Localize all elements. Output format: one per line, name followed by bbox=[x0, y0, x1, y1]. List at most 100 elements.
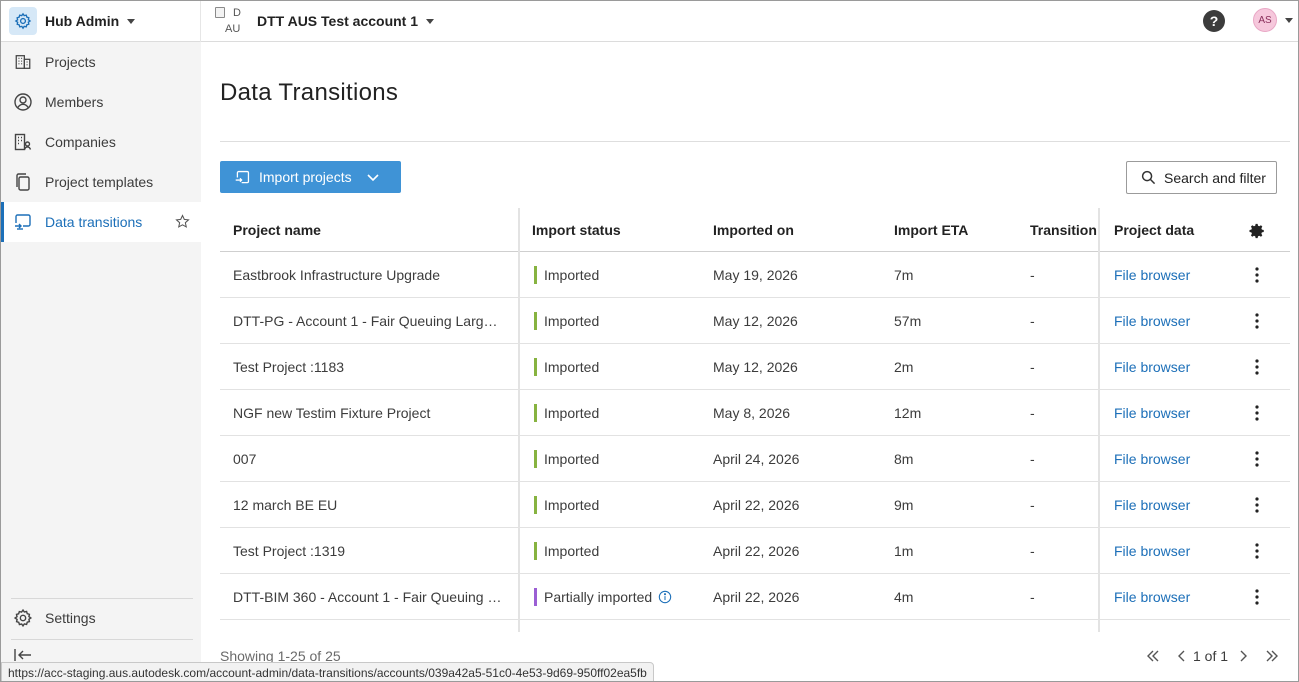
table-row[interactable]: 007 Imported April 24, 2026 8m - File br… bbox=[220, 436, 1290, 482]
imported-on: May 12, 2026 bbox=[713, 312, 798, 329]
user-menu[interactable]: AS bbox=[1253, 8, 1293, 32]
more-actions-icon[interactable] bbox=[1247, 482, 1267, 527]
column-settings-icon[interactable] bbox=[1248, 222, 1266, 243]
hub-switcher[interactable]: Hub Admin bbox=[9, 6, 136, 36]
file-browser-link[interactable]: File browser bbox=[1114, 482, 1234, 527]
transition-status: - bbox=[1030, 404, 1035, 421]
project-name: Test Project :1319 bbox=[233, 542, 346, 559]
imported-on: May 12, 2026 bbox=[713, 358, 798, 375]
star-icon[interactable] bbox=[175, 214, 190, 232]
previous-page-icon[interactable] bbox=[1177, 649, 1187, 663]
more-actions-icon[interactable] bbox=[1247, 436, 1267, 481]
imported-on: May 19, 2026 bbox=[713, 266, 798, 283]
sidebar-item-companies[interactable]: Companies bbox=[1, 122, 201, 162]
transition-status: - bbox=[1030, 312, 1035, 329]
table-row[interactable]: Eastbrook Infrastructure Upgrade Importe… bbox=[220, 252, 1290, 298]
table-row[interactable]: Test Project :1183 Imported May 12, 2026… bbox=[220, 344, 1290, 390]
file-browser-link[interactable]: File browser bbox=[1114, 436, 1234, 481]
import-status-cell: Imported bbox=[534, 252, 704, 297]
last-page-icon[interactable] bbox=[1264, 649, 1280, 663]
project-name-cell: 007 bbox=[233, 436, 503, 481]
column-header-import-eta[interactable]: Import ETA bbox=[894, 208, 1014, 252]
file-browser-link[interactable]: File browser bbox=[1114, 574, 1234, 619]
table-row[interactable]: DTT-BIM 360 - Account 1 - Fair Queuing M… bbox=[220, 574, 1290, 620]
frozen-column-divider bbox=[518, 208, 520, 632]
column-header-project-name[interactable]: Project name bbox=[233, 208, 513, 252]
person-icon bbox=[13, 92, 33, 112]
transition-status: - bbox=[1030, 266, 1035, 283]
account-switcher[interactable]: D AU DTT AUS Test account 1 bbox=[213, 5, 435, 37]
project-name: 007 bbox=[233, 450, 257, 467]
import-status: Imported bbox=[544, 496, 600, 513]
imported-on: April 22, 2026 bbox=[713, 496, 800, 513]
import-status-cell: Imported bbox=[534, 344, 704, 389]
data-transitions-table: Project name Import status Imported on I… bbox=[220, 208, 1290, 632]
account-logo: D AU bbox=[213, 5, 245, 37]
project-name-cell: DTT-PG - Account 1 - Fair Queuing Large … bbox=[233, 298, 503, 343]
project-name-cell: NGF new Testim Fixture Project bbox=[233, 390, 503, 435]
import-eta: 12m bbox=[894, 404, 922, 421]
project-name: DTT-PG - Account 1 - Fair Queuing Large … bbox=[233, 312, 503, 329]
more-actions-icon[interactable] bbox=[1247, 252, 1267, 297]
chevron-down-icon[interactable] bbox=[366, 170, 380, 187]
search-and-filter-button[interactable]: Search and filter bbox=[1126, 161, 1277, 194]
import-icon bbox=[233, 168, 251, 186]
first-page-icon[interactable] bbox=[1145, 649, 1161, 663]
sidebar-item-members[interactable]: Members bbox=[1, 82, 201, 122]
imported-on: April 22, 2026 bbox=[713, 542, 800, 559]
help-button[interactable]: ? bbox=[1203, 10, 1225, 32]
transition-status: - bbox=[1030, 496, 1035, 513]
link-status-bar: https://acc-staging.aus.autodesk.com/acc… bbox=[1, 662, 654, 681]
sidebar-item-projects[interactable]: Projects bbox=[1, 42, 201, 82]
column-header-imported-on[interactable]: Imported on bbox=[713, 208, 883, 252]
file-browser-link[interactable]: File browser bbox=[1114, 252, 1234, 297]
sidebar-item-data-transitions[interactable]: Data transitions bbox=[1, 202, 201, 242]
table-row[interactable]: DTT-PG - Account 1 - Fair Queuing Large … bbox=[220, 298, 1290, 344]
project-name: DTT-BIM 360 - Account 1 - Fair Queuing M… bbox=[233, 588, 503, 605]
table-row[interactable]: Test Project :1319 Imported April 22, 20… bbox=[220, 528, 1290, 574]
import-status-cell: Partially imported bbox=[534, 574, 704, 619]
search-and-filter-label: Search and filter bbox=[1164, 169, 1266, 186]
file-browser-link[interactable]: File browser bbox=[1114, 390, 1234, 435]
sidebar-item-settings[interactable]: Settings bbox=[1, 598, 201, 638]
chevron-down-icon bbox=[426, 18, 435, 24]
info-icon[interactable] bbox=[658, 590, 672, 604]
column-header-import-status[interactable]: Import status bbox=[532, 208, 702, 252]
sidebar-item-label: Project templates bbox=[45, 174, 154, 190]
more-actions-icon[interactable] bbox=[1247, 528, 1267, 573]
transition-status: - bbox=[1030, 450, 1035, 467]
file-browser-link[interactable]: File browser bbox=[1114, 298, 1234, 343]
import-eta: 1m bbox=[894, 542, 914, 559]
page-indicator: 1 of 1 bbox=[1193, 648, 1229, 664]
import-status: Partially imported bbox=[544, 588, 653, 605]
table-row[interactable]: NGF new Testim Fixture Project Imported … bbox=[220, 390, 1290, 436]
sidebar-item-label: Projects bbox=[45, 54, 96, 70]
import-projects-button[interactable]: Import projects bbox=[220, 161, 401, 193]
main-content: Data Transitions Import projects Search … bbox=[201, 42, 1298, 681]
sidebar-item-project-templates[interactable]: Project templates bbox=[1, 162, 201, 202]
account-logo-alt-text: AU bbox=[225, 23, 241, 35]
file-browser-link[interactable]: File browser bbox=[1114, 528, 1234, 573]
more-actions-icon[interactable] bbox=[1247, 298, 1267, 343]
import-status: Imported bbox=[544, 450, 600, 467]
project-name: NGF new Testim Fixture Project bbox=[233, 404, 431, 421]
project-name: Test Project :1183 bbox=[233, 358, 345, 375]
more-actions-icon[interactable] bbox=[1247, 574, 1267, 619]
file-browser-link[interactable]: File browser bbox=[1114, 344, 1234, 389]
column-header-transition-status[interactable]: Transition s bbox=[1030, 208, 1099, 252]
divider bbox=[11, 639, 193, 640]
gear-icon bbox=[9, 7, 37, 35]
more-actions-icon[interactable] bbox=[1247, 344, 1267, 389]
more-actions-icon[interactable] bbox=[1247, 390, 1267, 435]
status-indicator bbox=[534, 403, 537, 422]
column-header-project-data[interactable]: Project data bbox=[1114, 208, 1234, 252]
next-page-icon[interactable] bbox=[1238, 649, 1248, 663]
imported-on: April 24, 2026 bbox=[713, 450, 800, 467]
import-status: Imported bbox=[544, 358, 600, 375]
table-row[interactable]: 12 march BE EU Imported April 22, 2026 9… bbox=[220, 482, 1290, 528]
avatar: AS bbox=[1253, 8, 1277, 32]
import-status-cell: Imported bbox=[534, 528, 704, 573]
building-icon bbox=[13, 52, 33, 72]
import-status: Imported bbox=[544, 266, 600, 283]
imported-on: April 22, 2026 bbox=[713, 588, 800, 605]
